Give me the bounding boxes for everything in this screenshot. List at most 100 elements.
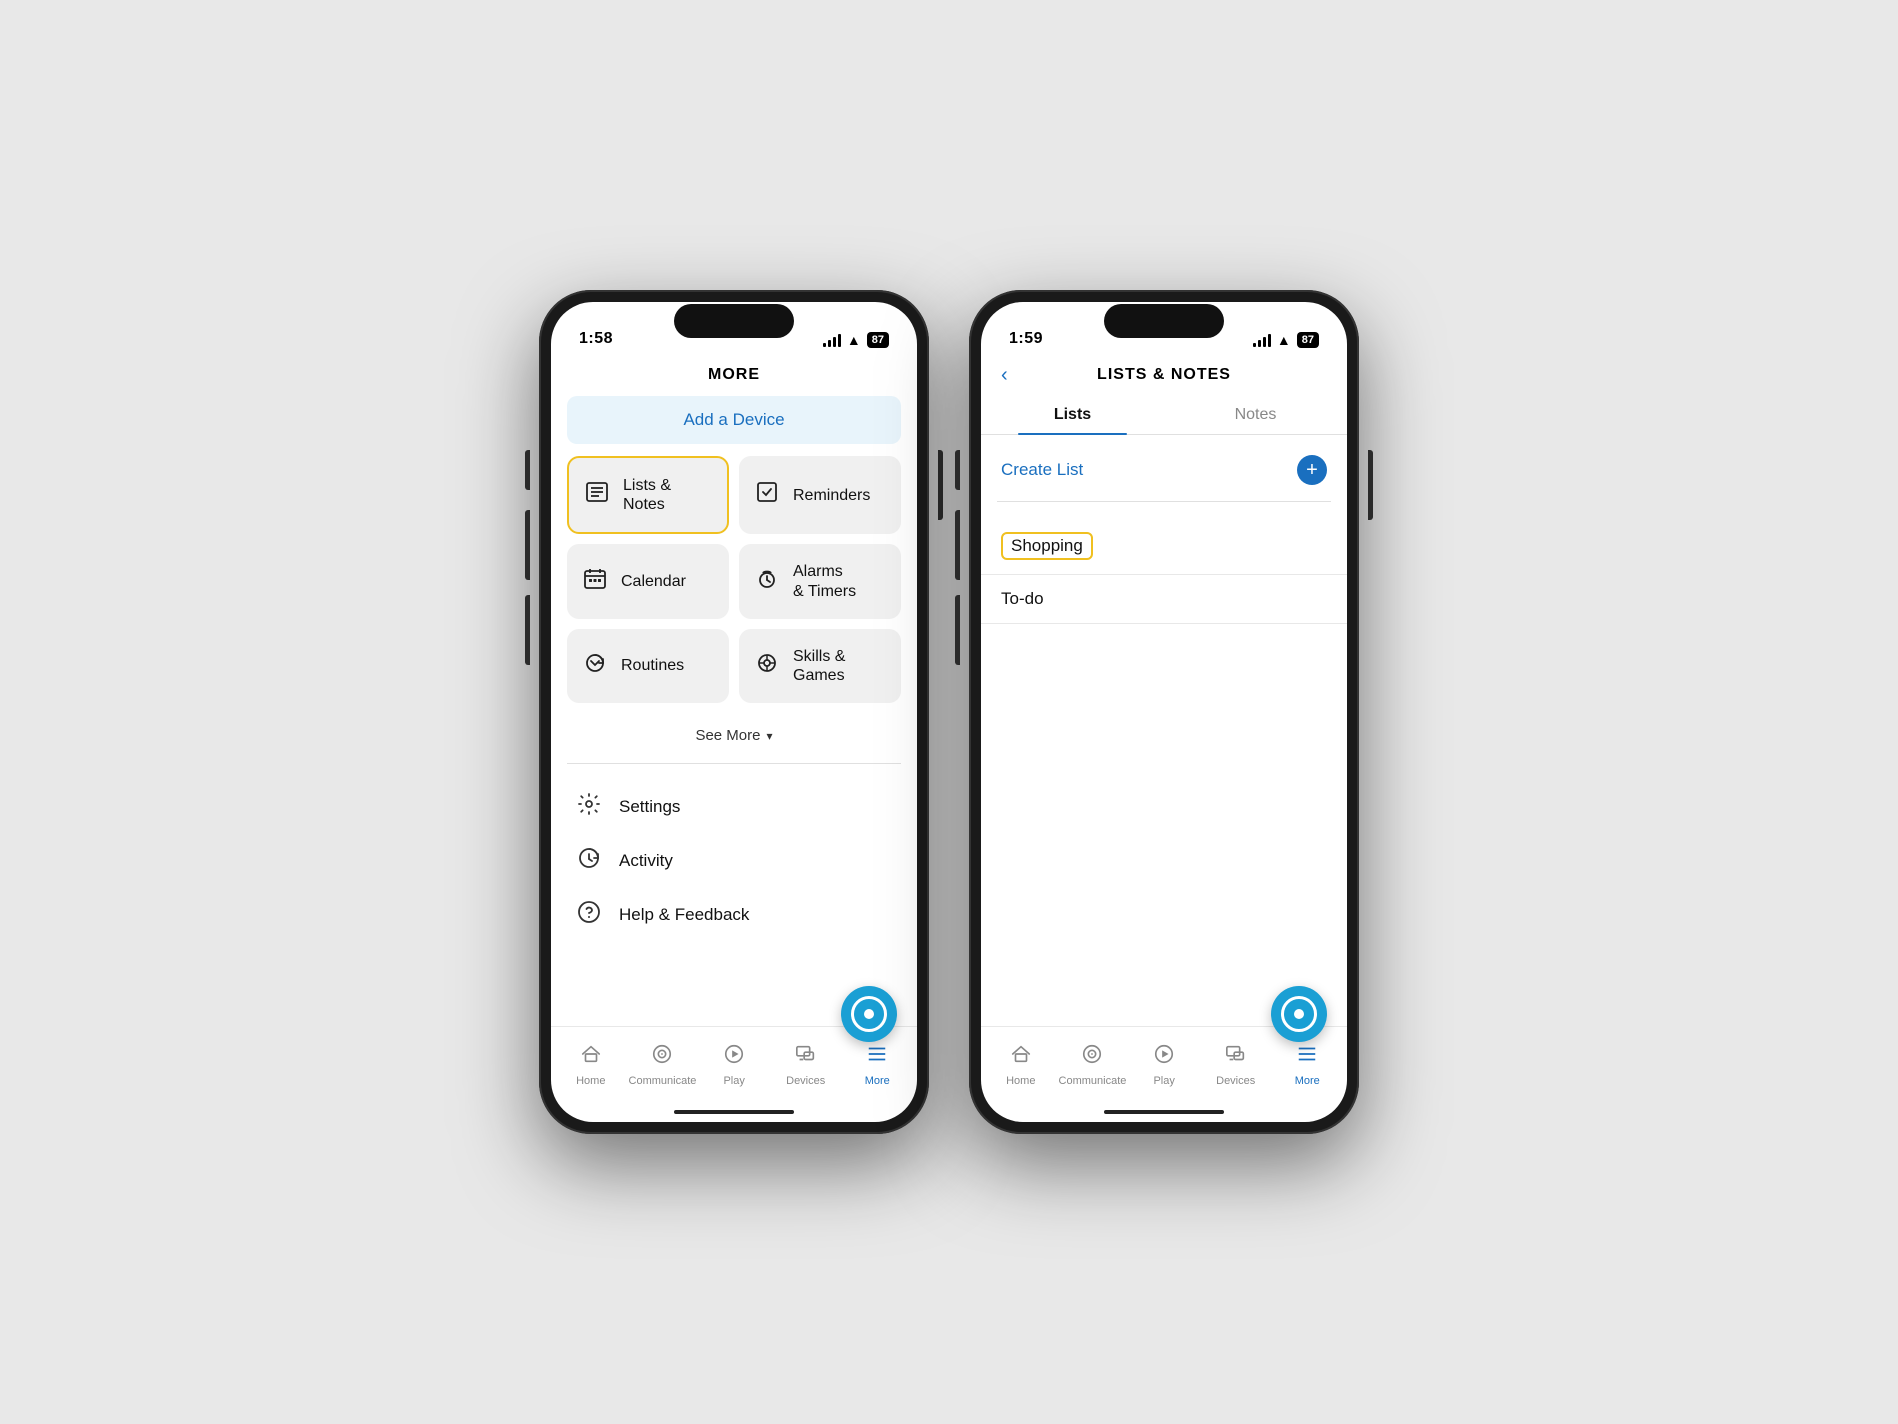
menu-label-reminders: Reminders: [793, 486, 870, 505]
tabs-row: Lists Notes: [981, 396, 1347, 435]
more-icon-1: [866, 1043, 888, 1071]
alarms-timers-icon: [753, 567, 781, 597]
time-2: 1:59: [1009, 330, 1043, 348]
volume-down-button-2: [955, 595, 960, 665]
nav-more-1[interactable]: More: [841, 1035, 913, 1095]
status-icons-2: ▲ 87: [1253, 332, 1319, 348]
divider-1: [567, 763, 901, 764]
settings-gear-icon: [575, 792, 603, 822]
tab-notes[interactable]: Notes: [1164, 396, 1347, 434]
phone-2: 1:59 ▲ 87 ‹ LISTS & NOTES: [969, 290, 1359, 1134]
reminders-icon: [753, 480, 781, 510]
signal-bars-2: [1253, 333, 1271, 347]
home-indicator-1: [551, 1102, 917, 1122]
page-title-2: LISTS & NOTES: [1097, 366, 1231, 384]
mute-button-1: [525, 450, 530, 490]
nav-label-more-2: More: [1295, 1075, 1320, 1087]
see-more-label: See More: [695, 727, 760, 744]
wifi-icon-1: ▲: [847, 332, 861, 348]
menu-label-alarms-timers: Alarms& Timers: [793, 562, 856, 600]
skills-games-icon: [753, 651, 781, 681]
routines-icon: [581, 651, 609, 681]
menu-item-skills-games[interactable]: Skills &Games: [739, 629, 901, 703]
nav-play-1[interactable]: Play: [698, 1035, 770, 1095]
activity-label: Activity: [619, 851, 673, 871]
alexa-fab-1[interactable]: [841, 986, 897, 1042]
dynamic-island-2: [1104, 304, 1224, 338]
battery-2: 87: [1297, 332, 1319, 348]
alexa-ring-2: [1281, 996, 1317, 1032]
power-button-1: [938, 450, 943, 520]
phone-1: 1:58 ▲ 87 MORE Add a Device: [539, 290, 929, 1134]
volume-up-button-1: [525, 510, 530, 580]
settings-item-help[interactable]: Help & Feedback: [575, 888, 893, 942]
wifi-icon-2: ▲: [1277, 332, 1291, 348]
settings-list: Settings Activity: [551, 780, 917, 942]
nav-communicate-2[interactable]: Communicate: [1057, 1035, 1129, 1095]
nav-devices-2[interactable]: Devices: [1200, 1035, 1272, 1095]
nav-label-play-1: Play: [723, 1075, 744, 1087]
home-bar-2: [1104, 1110, 1224, 1114]
menu-item-alarms-timers[interactable]: Alarms& Timers: [739, 544, 901, 618]
dynamic-island-1: [674, 304, 794, 338]
add-list-button[interactable]: +: [1297, 455, 1327, 485]
menu-item-routines[interactable]: Routines: [567, 629, 729, 703]
nav-home-1[interactable]: Home: [555, 1035, 627, 1095]
nav-devices-1[interactable]: Devices: [770, 1035, 842, 1095]
signal-bars-1: [823, 333, 841, 347]
nav-label-devices-2: Devices: [1216, 1075, 1255, 1087]
activity-icon: [575, 846, 603, 876]
list-item-shopping[interactable]: Shopping: [981, 518, 1347, 575]
page-header-2: ‹ LISTS & NOTES: [981, 356, 1347, 396]
nav-label-devices-1: Devices: [786, 1075, 825, 1087]
nav-label-home-2: Home: [1006, 1075, 1035, 1087]
alexa-fab-2[interactable]: [1271, 986, 1327, 1042]
help-label: Help & Feedback: [619, 905, 749, 925]
volume-down-button-1: [525, 595, 530, 665]
home-icon-2: [1010, 1043, 1032, 1071]
menu-item-calendar[interactable]: Calendar: [567, 544, 729, 618]
volume-up-button-2: [955, 510, 960, 580]
help-icon: [575, 900, 603, 930]
nav-more-2[interactable]: More: [1271, 1035, 1343, 1095]
power-button-2: [1368, 450, 1373, 520]
see-more-row: See More ▾: [551, 719, 917, 753]
menu-label-skills-games: Skills &Games: [793, 647, 845, 685]
list-item-todo[interactable]: To-do: [981, 575, 1347, 624]
mute-button-2: [955, 450, 960, 490]
see-more-button[interactable]: See More ▾: [695, 727, 772, 744]
nav-label-home-1: Home: [576, 1075, 605, 1087]
page-header-1: MORE: [551, 356, 917, 396]
nav-home-2[interactable]: Home: [985, 1035, 1057, 1095]
screen-content-1: MORE Add a Device Li: [551, 356, 917, 1026]
alexa-dot-1: [864, 1009, 874, 1019]
menu-label-calendar: Calendar: [621, 572, 686, 591]
menu-label-routines: Routines: [621, 656, 684, 675]
settings-item-activity[interactable]: Activity: [575, 834, 893, 888]
settings-label: Settings: [619, 797, 680, 817]
create-list-row: Create List +: [981, 439, 1347, 501]
menu-item-lists-notes[interactable]: Lists & Notes: [567, 456, 729, 534]
nav-label-play-2: Play: [1153, 1075, 1174, 1087]
nav-play-2[interactable]: Play: [1128, 1035, 1200, 1095]
nav-label-communicate-1: Communicate: [629, 1075, 697, 1087]
add-device-banner[interactable]: Add a Device: [567, 396, 901, 444]
time-1: 1:58: [579, 330, 613, 348]
more-icon-2: [1296, 1043, 1318, 1071]
create-list-link[interactable]: Create List: [1001, 460, 1083, 480]
nav-label-more-1: More: [865, 1075, 890, 1087]
back-button[interactable]: ‹: [1001, 364, 1008, 387]
tab-lists[interactable]: Lists: [981, 396, 1164, 434]
home-indicator-2: [981, 1102, 1347, 1122]
page-title-1: MORE: [708, 366, 760, 383]
menu-item-reminders[interactable]: Reminders: [739, 456, 901, 534]
alexa-ring-1: [851, 996, 887, 1032]
nav-label-communicate-2: Communicate: [1059, 1075, 1127, 1087]
devices-icon-2: [1225, 1043, 1247, 1071]
status-icons-1: ▲ 87: [823, 332, 889, 348]
home-bar-1: [674, 1110, 794, 1114]
add-device-text: Add a Device: [683, 410, 784, 429]
shopping-label: Shopping: [1001, 532, 1093, 560]
nav-communicate-1[interactable]: Communicate: [627, 1035, 699, 1095]
settings-item-settings[interactable]: Settings: [575, 780, 893, 834]
